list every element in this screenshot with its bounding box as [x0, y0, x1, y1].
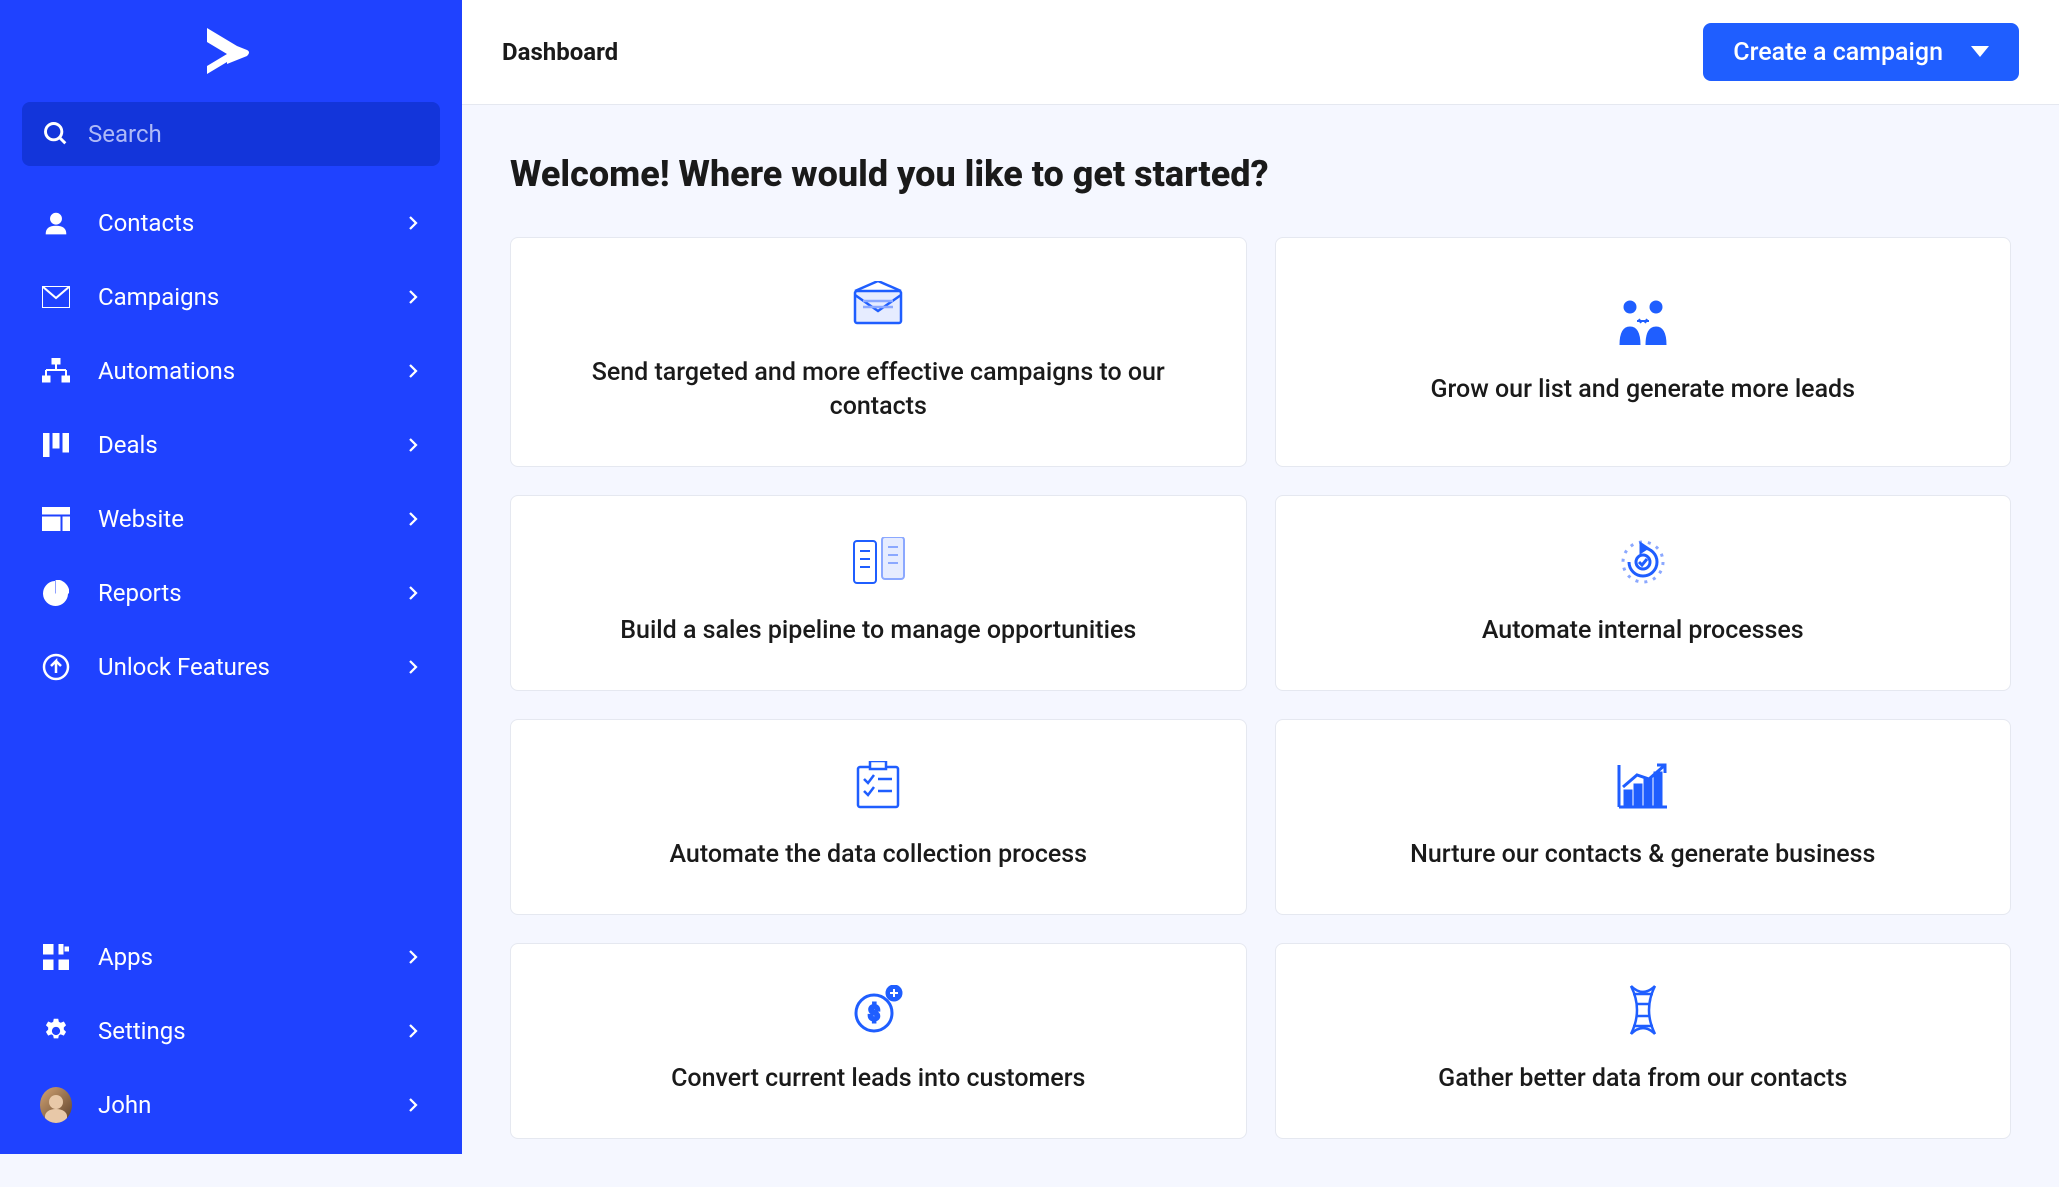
chart-icon: [1615, 758, 1671, 814]
unlock-icon: [40, 651, 72, 683]
checklist-icon: [854, 758, 902, 814]
card-sales-pipeline[interactable]: Build a sales pipeline to manage opportu…: [510, 495, 1247, 691]
logo[interactable]: [0, 0, 462, 102]
sidebar-item-deals[interactable]: Deals: [22, 408, 440, 482]
gear-icon: [40, 1015, 72, 1047]
search-icon: [42, 120, 70, 148]
chevron-right-icon: [404, 510, 422, 528]
search-input-wrapper[interactable]: [22, 102, 440, 166]
card-text: Automate the data collection process: [669, 838, 1087, 872]
caret-down-icon: [1971, 46, 1989, 58]
card-automate-internal[interactable]: Automate internal processes: [1275, 495, 2012, 691]
card-convert-leads[interactable]: $ Convert current leads into customers: [510, 943, 1247, 1139]
sidebar-item-label: Campaigns: [98, 283, 404, 311]
pie-icon: [40, 577, 72, 609]
sidebar-item-label: Website: [98, 505, 404, 533]
person-icon: [40, 207, 72, 239]
topbar: Dashboard Create a campaign: [462, 0, 2059, 105]
chevron-right-icon: [404, 362, 422, 380]
sidebar-item-user[interactable]: John: [22, 1068, 440, 1142]
sidebar-item-label: Settings: [98, 1017, 404, 1045]
avatar: [40, 1089, 72, 1121]
chevron-right-icon: [404, 436, 422, 454]
card-text: Gather better data from our contacts: [1438, 1062, 1847, 1096]
browser-icon: [40, 503, 72, 535]
card-text: Build a sales pipeline to manage opportu…: [620, 614, 1136, 648]
card-gather-data[interactable]: Gather better data from our contacts: [1275, 943, 2012, 1139]
dollar-icon: $: [850, 982, 906, 1038]
search-input[interactable]: [88, 120, 420, 148]
sidebar-item-label: Unlock Features: [98, 653, 404, 681]
sidebar-item-campaigns[interactable]: Campaigns: [22, 260, 440, 334]
chevron-right-icon: [404, 1022, 422, 1040]
card-text: Automate internal processes: [1482, 614, 1804, 648]
sidebar-item-label: Reports: [98, 579, 404, 607]
svg-text:$: $: [869, 1001, 880, 1025]
card-grid: Send targeted and more effective campaig…: [510, 237, 2011, 1139]
sidebar-item-label: Contacts: [98, 209, 404, 237]
card-automate-data[interactable]: Automate the data collection process: [510, 719, 1247, 915]
welcome-heading: Welcome! Where would you like to get sta…: [510, 153, 2011, 195]
chevron-right-icon: [404, 658, 422, 676]
pipeline-icon: [848, 534, 908, 590]
sidebar-item-website[interactable]: Website: [22, 482, 440, 556]
user-label: John: [98, 1091, 404, 1119]
create-campaign-button[interactable]: Create a campaign: [1703, 23, 2019, 81]
sidebar-item-unlock[interactable]: Unlock Features: [22, 630, 440, 704]
dna-icon: [1623, 982, 1663, 1038]
apps-icon: [40, 941, 72, 973]
chevron-right-icon: [404, 1096, 422, 1114]
columns-icon: [40, 429, 72, 461]
chevron-right-icon: [404, 214, 422, 232]
card-text: Convert current leads into customers: [671, 1062, 1085, 1096]
envelope-icon: [40, 281, 72, 313]
sidebar-item-label: Automations: [98, 357, 404, 385]
sidebar-item-label: Deals: [98, 431, 404, 459]
card-text: Grow our list and generate more leads: [1430, 373, 1855, 407]
sidebar-item-apps[interactable]: Apps: [22, 920, 440, 994]
sidebar-item-settings[interactable]: Settings: [22, 994, 440, 1068]
main-area: Dashboard Create a campaign Welcome! Whe…: [462, 0, 2059, 1154]
card-nurture-contacts[interactable]: Nurture our contacts & generate business: [1275, 719, 2012, 915]
automation-icon: [40, 355, 72, 387]
card-text: Nurture our contacts & generate business: [1410, 838, 1875, 872]
cta-label: Create a campaign: [1733, 38, 1943, 67]
cycle-icon: [1617, 534, 1669, 590]
mail-icon: [851, 276, 905, 332]
sidebar: Contacts Campaigns Automations: [0, 0, 462, 1154]
sidebar-item-automations[interactable]: Automations: [22, 334, 440, 408]
content: Welcome! Where would you like to get sta…: [462, 105, 2059, 1187]
sidebar-item-contacts[interactable]: Contacts: [22, 186, 440, 260]
people-icon: [1614, 293, 1672, 349]
page-title: Dashboard: [502, 38, 618, 66]
sidebar-item-label: Apps: [98, 943, 404, 971]
card-send-campaigns[interactable]: Send targeted and more effective campaig…: [510, 237, 1247, 467]
nav-primary: Contacts Campaigns Automations: [0, 180, 462, 920]
nav-secondary: Apps Settings John: [0, 920, 462, 1154]
chevron-right-icon: [404, 584, 422, 602]
chevron-right-icon: [404, 288, 422, 306]
sidebar-item-reports[interactable]: Reports: [22, 556, 440, 630]
chevron-right-icon: [404, 948, 422, 966]
card-grow-list[interactable]: Grow our list and generate more leads: [1275, 237, 2012, 467]
card-text: Send targeted and more effective campaig…: [558, 356, 1198, 424]
